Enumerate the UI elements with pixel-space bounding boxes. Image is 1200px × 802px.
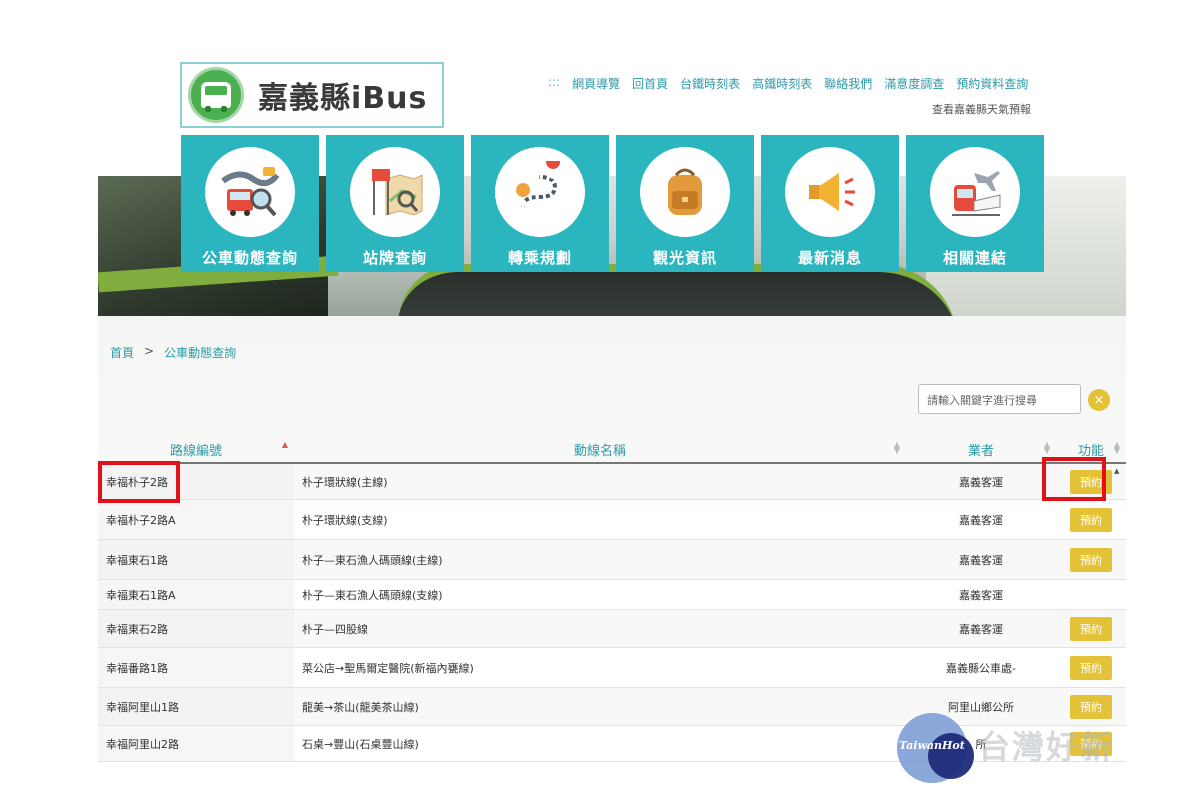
function-cell: 預約 <box>1056 547 1126 572</box>
route-id-cell: 幸福東石1路A <box>98 580 294 609</box>
breadcrumb-home[interactable]: 首頁 <box>110 344 134 361</box>
bus-logo-icon <box>188 67 244 123</box>
tile-label: 站牌查詢 <box>362 249 427 267</box>
route-id-cell: 幸福阿里山1路 <box>98 688 294 725</box>
table-row[interactable]: 幸福東石2路 朴子—四股線 嘉義客運 預約 <box>98 610 1126 648</box>
highlight-box-route <box>98 461 180 503</box>
clear-search-icon[interactable]: × <box>1088 389 1110 411</box>
tile-label: 最新消息 <box>797 249 862 267</box>
route-name-cell: 石桌→豐山(石桌豐山線) <box>302 737 419 751</box>
table-header: 路線編號 ▲ 動線名稱 ▲ ▼ 業者 ▲ ▼ 功能 ▲ ▼ <box>98 436 1126 464</box>
nav-tra-timetable[interactable]: 台鐵時刻表 <box>680 75 740 92</box>
breadcrumb-separator: > <box>144 344 155 358</box>
nav-reservation-query[interactable]: 預約資料查詢 <box>956 75 1028 92</box>
bus-search-icon <box>205 147 295 237</box>
page: 嘉義縣iBus ::: 網頁導覽 回首頁 台鐵時刻表 高鐵時刻表 聯絡我們 滿意… <box>0 0 1200 802</box>
reserve-button[interactable]: 預約 <box>1070 547 1112 572</box>
col-route-name[interactable]: 動線名稱 ▲ ▼ <box>294 440 906 459</box>
bus-stop-map-icon <box>350 147 440 237</box>
col-operator[interactable]: 業者 ▲ ▼ <box>906 440 1056 459</box>
nav-survey[interactable]: 滿意度調查 <box>884 75 944 92</box>
tile-label: 轉乘規劃 <box>507 249 572 267</box>
operator-cell: 嘉義客運 <box>959 588 1003 602</box>
tile-route-plan[interactable]: 轉乘規劃 <box>471 135 609 272</box>
table-row[interactable]: 幸福阿里山1路 龍美→茶山(龍美茶山線) 阿里山鄉公所 預約 <box>98 688 1126 726</box>
operator-cell: 嘉義客運 <box>959 553 1003 567</box>
tile-label: 公車動態查詢 <box>201 249 298 267</box>
route-id-cell: 幸福番路1路 <box>98 648 294 687</box>
route-name-cell: 朴子環狀線(支線) <box>302 513 388 527</box>
table-row[interactable]: 幸福東石1路 朴子—東石漁人碼頭線(主線) 嘉義客運 預約 <box>98 540 1126 580</box>
col-route-name-label: 動線名稱 <box>573 443 626 459</box>
feature-tiles: 公車動態查詢 站牌查詢 轉乘規劃 觀光資訊 最新消息 相關連結 <box>181 135 1044 272</box>
tile-links[interactable]: 相關連結 <box>906 135 1044 272</box>
route-id-cell: 幸福東石1路 <box>98 540 294 579</box>
search-input[interactable]: 請輸入關鍵字進行搜尋 <box>918 384 1081 414</box>
function-cell: 預約 <box>1056 507 1126 532</box>
route-id-cell: 幸福阿里山2路 <box>98 726 294 761</box>
sort-icon: ▲ ▼ <box>893 439 900 455</box>
megaphone-icon <box>785 147 875 237</box>
nav-contact[interactable]: 聯絡我們 <box>824 75 872 92</box>
reserve-button[interactable]: 預約 <box>1070 616 1112 641</box>
sort-icon: ▲ ▼ <box>1113 439 1120 455</box>
col-route-id-label: 路線編號 <box>169 443 222 459</box>
route-table: 路線編號 ▲ 動線名稱 ▲ ▼ 業者 ▲ ▼ 功能 ▲ ▼ 幸福朴子2路 朴子環狀線(主… <box>98 436 1126 762</box>
table-row[interactable]: 幸福朴子2路A 朴子環狀線(支線) 嘉義客運 預約 <box>98 500 1126 540</box>
route-name-cell: 朴子—四股線 <box>302 622 368 636</box>
col-operator-label: 業者 <box>967 443 994 459</box>
route-name-cell: 朴子環狀線(主線) <box>302 475 388 489</box>
route-name-cell: 龍美→茶山(龍美茶山線) <box>302 700 419 714</box>
highlight-box-reserve <box>1042 457 1106 501</box>
tile-news[interactable]: 最新消息 <box>761 135 899 272</box>
table-row[interactable]: 幸福朴子2路 朴子環狀線(主線) 嘉義客運 預約 <box>98 464 1126 500</box>
table-row[interactable]: 幸福東石1路A 朴子—東石漁人碼頭線(支線) 嘉義客運 <box>98 580 1126 610</box>
weather-link[interactable]: 查看嘉義縣天氣預報 <box>932 101 1031 117</box>
nav-prefix: ::: <box>548 75 561 89</box>
backpack-icon <box>640 147 730 237</box>
table-row[interactable]: 幸福番路1路 菜公店→聖馬爾定醫院(新福內甕線) 嘉義縣公車處- 預約 <box>98 648 1126 688</box>
tile-tourism[interactable]: 觀光資訊 <box>616 135 754 272</box>
route-id-cell: 幸福東石2路 <box>98 610 294 647</box>
nav-home[interactable]: 回首頁 <box>632 75 668 92</box>
operator-cell: 嘉義客運 <box>959 622 1003 636</box>
logo-text: 嘉義縣iBus <box>258 81 428 116</box>
route-name-cell: 朴子—東石漁人碼頭線(支線) <box>302 588 443 602</box>
function-cell: 預約 <box>1056 694 1126 719</box>
tile-bus-stop[interactable]: 站牌查詢 <box>326 135 464 272</box>
reserve-button[interactable]: 預約 <box>1070 694 1112 719</box>
route-name-cell: 菜公店→聖馬爾定醫院(新福內甕線) <box>302 661 474 675</box>
breadcrumb: 首頁 > 公車動態查詢 <box>110 344 236 361</box>
nav-hsr-timetable[interactable]: 高鐵時刻表 <box>752 75 812 92</box>
route-plan-icon <box>495 147 585 237</box>
operator-cell: 嘉義客運 <box>959 475 1003 489</box>
table-body: 幸福朴子2路 朴子環狀線(主線) 嘉義客運 預約 幸福朴子2路A 朴子環狀線(支線) 嘉義客… <box>98 464 1126 762</box>
operator-cell: 嘉義縣公車處- <box>946 661 1016 675</box>
tile-bus-realtime[interactable]: 公車動態查詢 <box>181 135 319 272</box>
sort-icon: ▲ ▼ <box>1043 439 1050 455</box>
watermark-cjk: 台灣好新 <box>978 728 1115 766</box>
scroll-up-icon[interactable]: ▲ <box>1114 467 1119 475</box>
function-cell: 預約 <box>1056 616 1126 641</box>
function-cell: 預約 <box>1056 655 1126 680</box>
nav-sitemap[interactable]: 網頁導覽 <box>572 75 620 92</box>
train-plane-icon <box>930 147 1020 237</box>
reserve-button[interactable]: 預約 <box>1070 507 1112 532</box>
operator-cell: 嘉義客運 <box>959 513 1003 527</box>
site-logo[interactable]: 嘉義縣iBus <box>180 62 444 128</box>
reserve-button[interactable]: 預約 <box>1070 655 1112 680</box>
col-function[interactable]: 功能 ▲ ▼ <box>1056 440 1126 459</box>
sort-asc-icon: ▲ <box>281 439 288 449</box>
watermark-text: TaiwanHot <box>899 739 965 752</box>
tile-label: 觀光資訊 <box>652 249 717 267</box>
top-nav: ::: 網頁導覽 回首頁 台鐵時刻表 高鐵時刻表 聯絡我們 滿意度調查 預約資料… <box>548 75 1028 92</box>
route-id-cell: 幸福朴子2路A <box>98 500 294 539</box>
breadcrumb-current[interactable]: 公車動態查詢 <box>164 344 236 361</box>
col-route-id[interactable]: 路線編號 ▲ <box>98 440 294 459</box>
tile-label: 相關連結 <box>942 249 1007 267</box>
route-name-cell: 朴子—東石漁人碼頭線(主線) <box>302 553 443 567</box>
